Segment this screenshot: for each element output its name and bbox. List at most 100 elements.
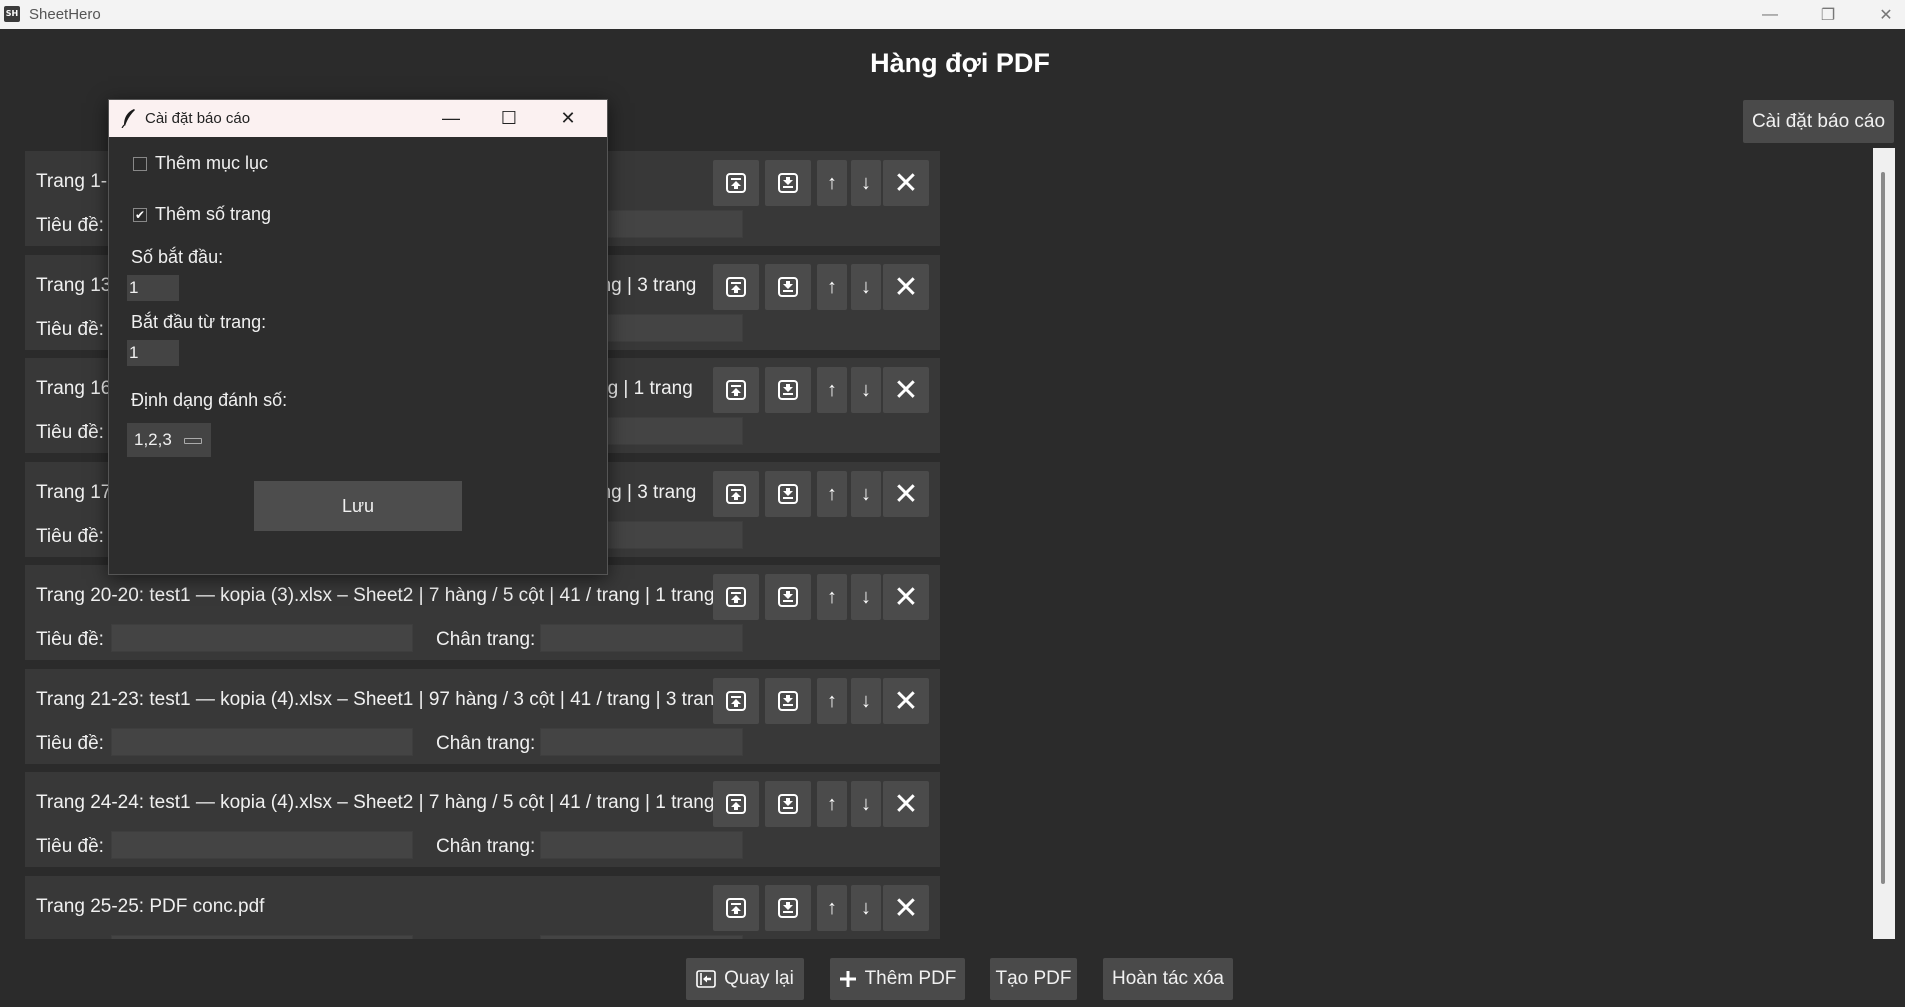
queue-item-title: Trang 16 xyxy=(36,378,112,399)
remove-item-button[interactable]: ✕ xyxy=(883,781,929,827)
move-bottom-icon xyxy=(778,173,798,193)
move-to-bottom-button[interactable] xyxy=(765,781,811,827)
start-from-page-input[interactable]: 1 xyxy=(127,340,179,366)
move-top-icon xyxy=(726,587,746,607)
move-bottom-icon xyxy=(778,380,798,400)
queue-item: Trang 21-23: test1 — kopia (4).xlsx – Sh… xyxy=(25,669,940,764)
move-up-button[interactable]: ↑ xyxy=(817,781,847,827)
close-window-button[interactable]: ✕ xyxy=(1857,0,1905,29)
scrollbar-thumb[interactable] xyxy=(1881,172,1885,884)
start-number-input[interactable]: 1 xyxy=(127,275,179,301)
title-input[interactable] xyxy=(111,831,413,859)
add-pdf-button[interactable]: Thêm PDF xyxy=(830,958,965,1000)
move-up-button[interactable]: ↑ xyxy=(817,574,847,620)
move-top-icon xyxy=(726,794,746,814)
move-to-top-button[interactable] xyxy=(713,574,759,620)
move-down-button[interactable]: ↓ xyxy=(851,367,881,413)
checkbox-box[interactable]: ✔ xyxy=(133,207,147,222)
queue-item-title: Trang 21-23: test1 — kopia (4).xlsx – Sh… xyxy=(36,689,725,710)
footer-label: Chân trang: xyxy=(436,836,536,857)
move-down-button[interactable]: ↓ xyxy=(851,264,881,310)
move-up-button[interactable]: ↑ xyxy=(817,678,847,724)
move-down-button[interactable]: ↓ xyxy=(851,781,881,827)
dialog-titlebar[interactable]: Cài đặt báo cáo — ☐ ✕ xyxy=(109,100,607,137)
title-input[interactable] xyxy=(111,728,413,756)
move-bottom-icon xyxy=(778,691,798,711)
remove-item-button[interactable]: ✕ xyxy=(883,678,929,724)
footer-input[interactable] xyxy=(540,935,743,939)
move-bottom-icon xyxy=(778,587,798,607)
footer-input[interactable] xyxy=(540,624,743,652)
move-to-bottom-button[interactable] xyxy=(765,264,811,310)
remove-item-button[interactable]: ✕ xyxy=(883,471,929,517)
move-to-top-button[interactable] xyxy=(713,471,759,517)
dialog-maximize-button[interactable]: ☐ xyxy=(480,100,538,137)
report-settings-button[interactable]: Cài đặt báo cáo xyxy=(1743,100,1894,143)
remove-item-button[interactable]: ✕ xyxy=(883,885,929,931)
remove-item-button[interactable]: ✕ xyxy=(883,160,929,206)
move-to-top-button[interactable] xyxy=(713,160,759,206)
footer-label: Chân trang: xyxy=(436,629,536,650)
back-button[interactable]: Quay lại xyxy=(686,958,804,1000)
title-label: Tiêu đề: xyxy=(36,629,104,650)
move-down-button[interactable]: ↓ xyxy=(851,574,881,620)
back-label: Quay lại xyxy=(724,968,794,989)
restore-button[interactable]: ❐ xyxy=(1799,0,1857,29)
title-label: Tiêu đề: xyxy=(36,733,104,754)
plus-icon xyxy=(839,971,856,987)
title-input[interactable] xyxy=(111,935,413,939)
move-down-button[interactable]: ↓ xyxy=(851,885,881,931)
move-top-icon xyxy=(726,898,746,918)
move-up-button[interactable]: ↑ xyxy=(817,885,847,931)
move-bottom-icon xyxy=(778,277,798,297)
move-to-bottom-button[interactable] xyxy=(765,678,811,724)
add-page-numbers-checkbox[interactable]: ✔ Thêm số trang xyxy=(133,204,271,225)
move-to-top-button[interactable] xyxy=(713,264,759,310)
move-to-bottom-button[interactable] xyxy=(765,471,811,517)
queue-item-title: Trang 20-20: test1 — kopia (3).xlsx – Sh… xyxy=(36,585,715,606)
vertical-scrollbar[interactable] xyxy=(1873,148,1895,939)
remove-item-button[interactable]: ✕ xyxy=(883,574,929,620)
title-input[interactable] xyxy=(111,624,413,652)
dialog-close-button[interactable]: ✕ xyxy=(539,100,597,137)
dialog-minimize-button[interactable]: — xyxy=(422,100,480,137)
checkmark-icon: ✔ xyxy=(134,207,146,222)
move-to-bottom-button[interactable] xyxy=(765,885,811,931)
move-to-top-button[interactable] xyxy=(713,367,759,413)
move-down-button[interactable]: ↓ xyxy=(851,471,881,517)
move-to-top-button[interactable] xyxy=(713,885,759,931)
move-down-button[interactable]: ↓ xyxy=(851,678,881,724)
move-to-bottom-button[interactable] xyxy=(765,574,811,620)
queue-item: Trang 20-20: test1 — kopia (3).xlsx – Sh… xyxy=(25,565,940,660)
app-title: SheetHero xyxy=(29,6,101,23)
add-toc-checkbox[interactable]: Thêm mục lục xyxy=(133,153,268,174)
move-to-top-button[interactable] xyxy=(713,781,759,827)
add-page-numbers-label: Thêm số trang xyxy=(155,204,272,224)
save-button[interactable]: Lưu xyxy=(254,481,462,531)
minimize-button[interactable]: — xyxy=(1741,0,1799,29)
footer-input[interactable] xyxy=(540,728,743,756)
undo-delete-button[interactable]: Hoàn tác xóa xyxy=(1103,958,1233,1000)
move-down-button[interactable]: ↓ xyxy=(851,160,881,206)
footer-input[interactable] xyxy=(540,831,743,859)
footer-label: Chân trang: xyxy=(436,733,536,754)
numbering-format-select[interactable]: 1,2,3 xyxy=(127,423,211,457)
move-to-bottom-button[interactable] xyxy=(765,160,811,206)
title-label: Tiêu đề: xyxy=(36,836,104,857)
checkbox-box[interactable] xyxy=(133,156,147,171)
move-up-button[interactable]: ↑ xyxy=(817,367,847,413)
move-to-top-button[interactable] xyxy=(713,678,759,724)
remove-item-button[interactable]: ✕ xyxy=(883,264,929,310)
remove-item-button[interactable]: ✕ xyxy=(883,367,929,413)
create-pdf-button[interactable]: Tạo PDF xyxy=(990,958,1077,1000)
move-up-button[interactable]: ↑ xyxy=(817,471,847,517)
move-up-button[interactable]: ↑ xyxy=(817,264,847,310)
queue-item-title: Trang 17 xyxy=(36,482,112,503)
move-top-icon xyxy=(726,173,746,193)
move-bottom-icon xyxy=(778,484,798,504)
move-up-button[interactable]: ↑ xyxy=(817,160,847,206)
numbering-format-value: 1,2,3 xyxy=(134,430,172,449)
queue-item-title: Trang 13 xyxy=(36,275,112,296)
start-number-label: Số bắt đầu: xyxy=(131,247,224,267)
move-to-bottom-button[interactable] xyxy=(765,367,811,413)
